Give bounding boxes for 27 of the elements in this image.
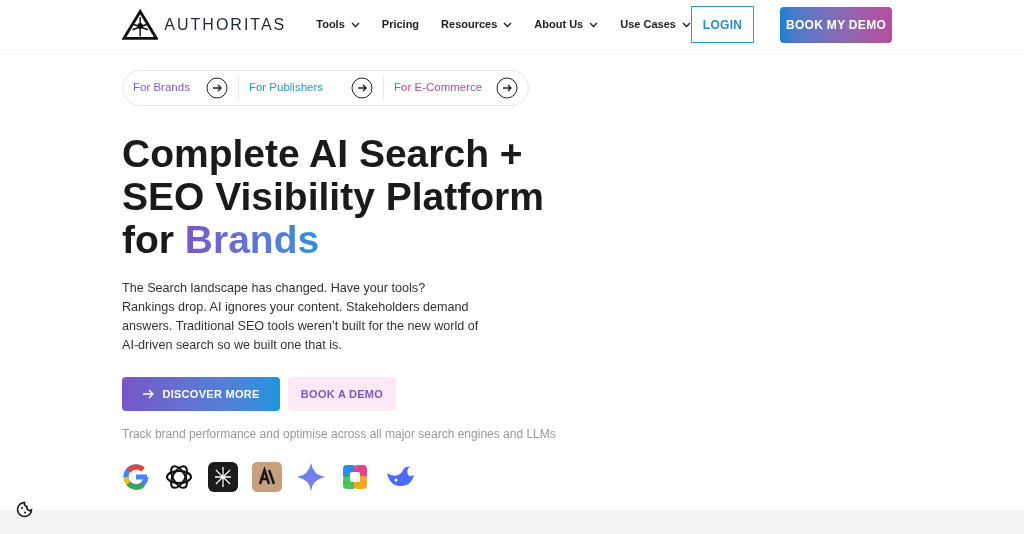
- audience-link[interactable]: For Brands: [133, 79, 190, 97]
- intro-text: The Search landscape has changed. Have your tools?: [122, 280, 427, 297]
- star-logo-icon: [208, 462, 238, 492]
- audience-link[interactable]: For E-Commerce: [394, 79, 483, 97]
- nav-link[interactable]: About Us: [534, 16, 599, 33]
- book-a-demo-button[interactable]: BOOK A DEMO: [288, 377, 396, 411]
- login-button[interactable]: LOGIN: [690, 6, 755, 43]
- logo-text[interactable]: AUTHORITAS: [164, 12, 287, 37]
- arrow-right-icon[interactable]: [351, 77, 374, 99]
- headline: Complete AI Search + SEO Visibility Platform for Brands: [122, 132, 545, 261]
- logo-icon[interactable]: [122, 8, 159, 41]
- google-logo-icon: [122, 463, 150, 491]
- engines-caption: Track brand performance and optimise across all major search engines and LLMs: [122, 426, 557, 443]
- nav-link[interactable]: Tools: [316, 16, 360, 33]
- arrow-icon: [142, 389, 155, 399]
- slash-logo-icon: [252, 462, 282, 492]
- sparkle-icon: [296, 462, 326, 492]
- nav-link[interactable]: Use Cases: [620, 16, 691, 33]
- nav-link[interactable]: Resources: [441, 16, 513, 33]
- arrow-right-icon[interactable]: [205, 77, 228, 99]
- intro-text: Rankings drop. AI ignores your content. Stakeholders demand answers. Traditional SEO tools weren’t built for the new world of AI-driven search so we built one that is.: [122, 299, 480, 354]
- discover-more-button[interactable]: DISCOVER MORE: [122, 377, 280, 411]
- audience-link[interactable]: For Publishers: [248, 79, 324, 97]
- arrow-right-icon[interactable]: [496, 77, 519, 99]
- book-demo-button[interactable]: BOOK MY DEMO: [780, 6, 892, 43]
- cookie-icon[interactable]: [16, 501, 33, 518]
- nav-link[interactable]: Pricing: [381, 16, 420, 33]
